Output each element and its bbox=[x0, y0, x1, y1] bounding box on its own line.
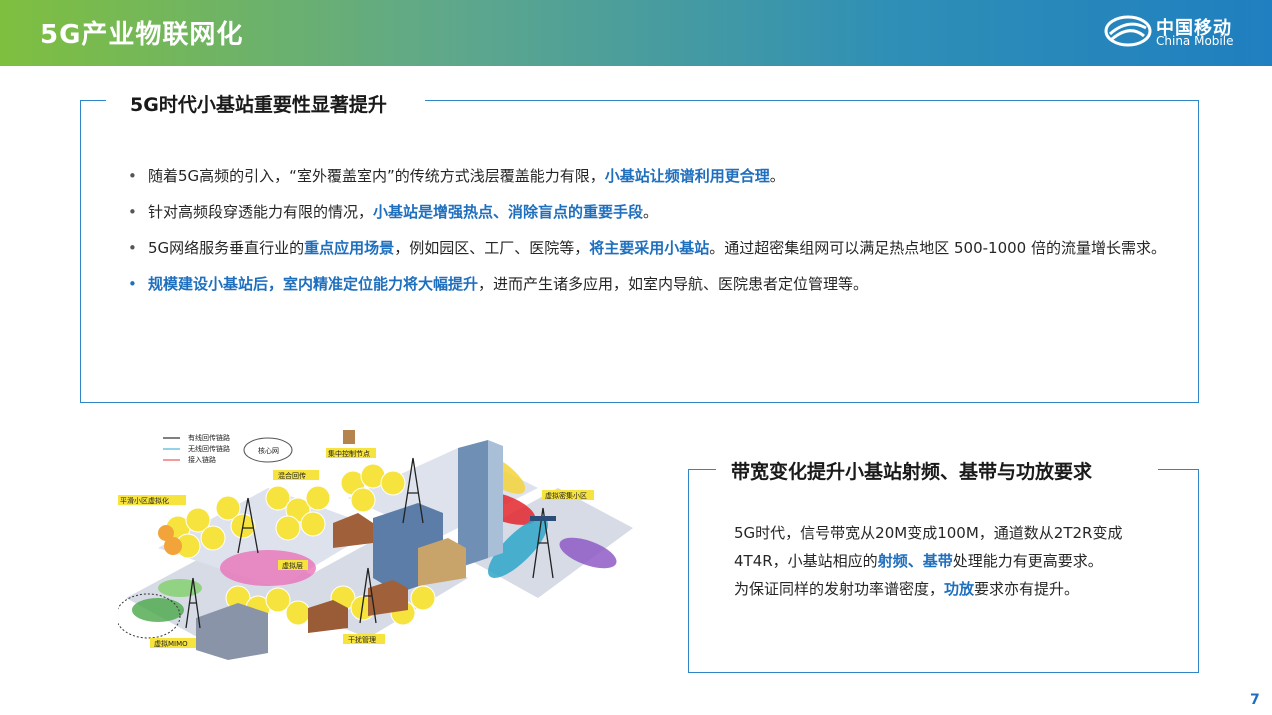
bullet-text: 5G网络服务垂直行业的 bbox=[148, 239, 305, 257]
core-network-label: 核心网 bbox=[258, 446, 279, 455]
section2-highlight-2: 功放 bbox=[944, 580, 975, 598]
bullet-highlight-text: 小基站让频谱利用更合理 bbox=[604, 167, 770, 185]
virtual-mimo-label: 虚拟MIMO bbox=[154, 639, 188, 648]
bullet-text: 。 bbox=[769, 167, 785, 185]
section2-text-1b: 处理能力有更高要求。 bbox=[952, 552, 1103, 570]
bullet-text: 针对高频段穿透能力有限的情况， bbox=[148, 203, 374, 221]
bullet-text: ，进而产生诸多应用，如室内导航、医院患者定位管理等。 bbox=[478, 275, 869, 293]
bullet-text: 。 bbox=[643, 203, 659, 221]
bullet-item: • 规模建设小基站后，室内精准定位能力将大幅提升，进而产生诸多应用，如室内导航、医… bbox=[128, 270, 1168, 298]
section2-body: 5G时代，信号带宽从20M变成100M，通道数从2T2R变成4T4R，小基站相应… bbox=[734, 519, 1174, 603]
dense-cell-label: 虚拟密集小区 bbox=[545, 491, 587, 500]
tall-building-side bbox=[488, 440, 503, 558]
bullet-text: ，例如园区、工厂、医院等， bbox=[394, 239, 590, 257]
bullet-highlight-text: 小基站是增强热点、消除盲点的重要手段 bbox=[373, 203, 644, 221]
page-title: 5G产业物联网化 bbox=[40, 20, 244, 50]
mimo-beam bbox=[132, 598, 184, 622]
section2-title: 带宽变化提升小基站射频、基带与功放要求 bbox=[731, 461, 1093, 483]
bullet-dot-icon: • bbox=[128, 239, 137, 257]
bullet-item: • 5G网络服务垂直行业的重点应用场景，例如园区、工厂、医院等，将主要采用小基站。… bbox=[128, 234, 1168, 262]
section2-paragraph-2: 为保证同样的发射功率谱密度，功放要求亦有提升。 bbox=[734, 575, 1174, 603]
mixed-backhaul-label: 混合回传 bbox=[278, 471, 306, 480]
legend-wired: 有线回传链路 bbox=[188, 433, 230, 442]
bullet-text: 。通过超密集组网可以满足热点地区 500-1000 倍的流量增长需求。 bbox=[709, 239, 1166, 257]
central-control-label: 集中控制节点 bbox=[328, 449, 370, 458]
virtual-layer-label: 虚拟层 bbox=[282, 561, 303, 570]
section2-text-2b: 要求亦有提升。 bbox=[974, 580, 1080, 598]
legend-access: 接入链路 bbox=[188, 455, 216, 464]
bullet-item: • 针对高频段穿透能力有限的情况，小基站是增强热点、消除盲点的重要手段。 bbox=[128, 198, 1168, 226]
section2-paragraph-1: 5G时代，信号带宽从20M变成100M，通道数从2T2R变成4T4R，小基站相应… bbox=[734, 519, 1174, 575]
tower-antenna bbox=[530, 516, 556, 521]
small-cell-network-diagram: 核心网 集中控制节点 有线回传链路 无线回传链路 接入链路 混合回传 平滑小区虚… bbox=[118, 428, 638, 660]
bullet-item: • 随着5G高频的引入，“室外覆盖室内”的传统方式浅层覆盖能力有限，小基站让频谱利… bbox=[128, 162, 1168, 190]
section2-highlight-1: 射频、基带 bbox=[877, 552, 953, 570]
logo-text-en: China Mobile bbox=[1156, 34, 1234, 48]
page-number: 7 bbox=[1250, 692, 1260, 708]
bullet-highlight-text: 规模建设小基站后，室内精准定位能力将大幅提升 bbox=[148, 275, 479, 293]
bullet-highlight-text: 将主要采用小基站 bbox=[589, 239, 710, 257]
bullet-dot-icon: • bbox=[128, 275, 137, 293]
section1-title: 5G时代小基站重要性显著提升 bbox=[130, 94, 387, 116]
section2-text-2a: 为保证同样的发射功率谱密度， bbox=[734, 580, 945, 598]
logo-icon bbox=[1104, 15, 1152, 47]
china-mobile-logo: 中国移动 China Mobile bbox=[1104, 14, 1244, 54]
bullet-highlight-text: 重点应用场景 bbox=[304, 239, 395, 257]
bullet-text: 随着5G高频的引入，“室外覆盖室内”的传统方式浅层覆盖能力有限， bbox=[148, 167, 605, 185]
section2-border-right bbox=[1158, 469, 1198, 470]
bullet-dot-icon: • bbox=[128, 203, 137, 221]
section1-border-left bbox=[80, 100, 106, 101]
legend-wireless: 无线回传链路 bbox=[188, 444, 230, 453]
smooth-virtualization-label: 平滑小区虚拟化 bbox=[120, 496, 169, 505]
bullet-dot-icon: • bbox=[128, 167, 137, 185]
interference-label: 干扰管理 bbox=[348, 635, 376, 644]
section1-border-right bbox=[425, 100, 1198, 101]
section2-border-left bbox=[688, 469, 716, 470]
section1-bullet-list: • 随着5G高频的引入，“室外覆盖室内”的传统方式浅层覆盖能力有限，小基站让频谱利… bbox=[128, 162, 1168, 306]
central-control-server bbox=[343, 430, 355, 444]
header-bar: 5G产业物联网化 中国移动 China Mobile bbox=[0, 0, 1272, 66]
